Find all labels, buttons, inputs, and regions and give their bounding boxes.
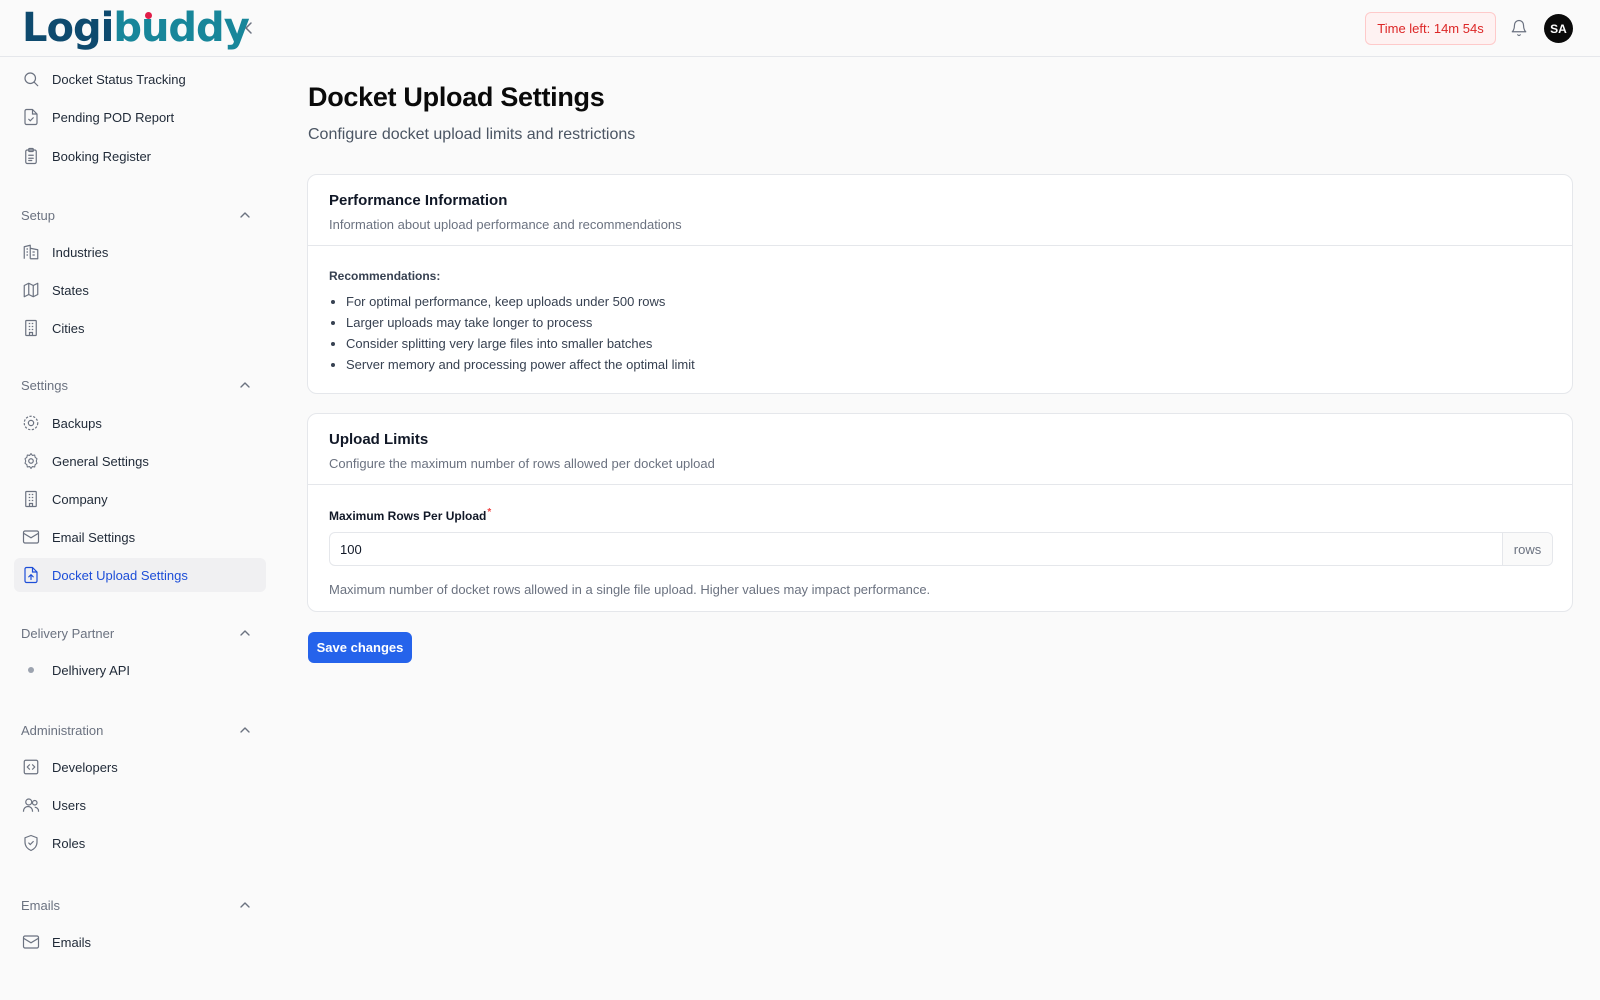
- max-rows-help-text: Maximum number of docket rows allowed in…: [329, 582, 931, 597]
- sidebar-item-label: Industries: [52, 244, 109, 260]
- recommendations-heading: Recommendations:: [329, 269, 441, 283]
- chevron-up-icon: [237, 207, 253, 223]
- sidebar-item-label: Users: [52, 797, 86, 813]
- sidebar-item-general-settings[interactable]: General Settings: [14, 444, 266, 478]
- sidebar-item-label: Delhivery API: [52, 662, 131, 678]
- sidebar-item-docket-status-tracking[interactable]: Docket Status Tracking: [14, 62, 266, 96]
- dot-icon: [21, 660, 41, 680]
- logo-text-logi: Logi: [22, 5, 114, 51]
- sidebar-item-industries[interactable]: Industries: [14, 235, 266, 269]
- sidebar-item-backups[interactable]: Backups: [14, 406, 266, 440]
- section-header-delivery-partner[interactable]: Delivery Partner: [21, 623, 259, 643]
- page-subtitle: Configure docket upload limits and restr…: [308, 126, 636, 143]
- logo-dot: [145, 12, 152, 19]
- mail-icon: [21, 932, 41, 952]
- sidebar-item-label: Booking Register: [52, 148, 151, 164]
- file-upload-icon: [21, 565, 41, 585]
- section-header-emails[interactable]: Emails: [21, 895, 259, 915]
- list-item: Larger uploads may take longer to proces…: [329, 312, 695, 333]
- sidebar-item-delhivery-api[interactable]: Delhivery API: [14, 653, 266, 687]
- card-header: Upload Limits Configure the maximum numb…: [308, 414, 1572, 485]
- chevron-up-icon: [237, 625, 253, 641]
- section-header-settings[interactable]: Settings: [21, 375, 259, 395]
- card-header: Performance Information Information abou…: [308, 175, 1572, 246]
- sidebar-item-email-settings[interactable]: Email Settings: [14, 520, 266, 554]
- sidebar-item-emails[interactable]: Emails: [14, 925, 266, 959]
- sidebar-item-roles[interactable]: Roles: [14, 826, 266, 860]
- max-rows-label: Maximum Rows Per Upload*: [329, 507, 492, 523]
- top-bar: Logi buddy Time left: 14m 54s SA: [0, 0, 1600, 57]
- chevron-up-icon: [237, 722, 253, 738]
- card-description: Configure the maximum number of rows all…: [329, 456, 715, 471]
- search-icon: [21, 69, 41, 89]
- file-check-icon: [21, 107, 41, 127]
- recommendations-list: For optimal performance, keep uploads un…: [329, 291, 695, 375]
- mail-icon: [21, 527, 41, 547]
- sidebar-item-label: Backups: [52, 415, 102, 431]
- section-title: Setup: [21, 207, 55, 223]
- clipboard-icon: [21, 146, 41, 166]
- card-title: Upload Limits: [329, 431, 429, 448]
- section-header-setup[interactable]: Setup: [21, 205, 259, 225]
- logo[interactable]: Logi buddy: [22, 4, 250, 52]
- section-title: Settings: [21, 377, 68, 393]
- save-changes-button[interactable]: Save changes: [308, 632, 412, 663]
- chevron-up-icon: [237, 377, 253, 393]
- sidebar-item-pending-pod-report[interactable]: Pending POD Report: [14, 100, 266, 134]
- list-item: Consider splitting very large files into…: [329, 333, 695, 354]
- building-icon: [21, 242, 41, 262]
- required-asterisk: *: [487, 507, 492, 518]
- max-rows-input[interactable]: [330, 533, 1502, 565]
- max-rows-input-group: rows: [329, 532, 1553, 566]
- sidebar-item-booking-register[interactable]: Booking Register: [14, 139, 266, 173]
- logo-text-buddy: buddy: [113, 5, 249, 51]
- sidebar: Docket Status Tracking Pending POD Repor…: [0, 57, 280, 1000]
- gear-icon: [21, 451, 41, 471]
- avatar[interactable]: SA: [1544, 14, 1573, 43]
- city-icon: [21, 318, 41, 338]
- sidebar-item-company[interactable]: Company: [14, 482, 266, 516]
- section-title: Administration: [21, 722, 104, 738]
- section-title: Emails: [21, 897, 61, 913]
- sidebar-item-label: States: [52, 282, 89, 298]
- sidebar-item-label: Docket Upload Settings: [52, 567, 188, 583]
- sidebar-item-docket-upload-settings[interactable]: Docket Upload Settings: [14, 558, 266, 592]
- list-item: Server memory and processing power affec…: [329, 354, 695, 375]
- sidebar-item-states[interactable]: States: [14, 273, 266, 307]
- section-header-administration[interactable]: Administration: [21, 720, 259, 740]
- sidebar-item-developers[interactable]: Developers: [14, 750, 266, 784]
- rows-suffix: rows: [1502, 533, 1552, 565]
- sidebar-item-cities[interactable]: Cities: [14, 311, 266, 345]
- sidebar-item-label: Developers: [52, 759, 118, 775]
- sidebar-item-label: Roles: [52, 835, 86, 851]
- backup-icon: [21, 413, 41, 433]
- collapse-sidebar-icon[interactable]: [238, 17, 260, 39]
- page-title: Docket Upload Settings: [308, 82, 605, 112]
- sidebar-item-label: Emails: [52, 934, 92, 950]
- sidebar-item-users[interactable]: Users: [14, 788, 266, 822]
- card-title: Performance Information: [329, 192, 508, 209]
- company-icon: [21, 489, 41, 509]
- users-icon: [21, 795, 41, 815]
- code-icon: [21, 757, 41, 777]
- list-item: For optimal performance, keep uploads un…: [329, 291, 695, 312]
- max-rows-label-text: Maximum Rows Per Upload: [329, 509, 487, 523]
- sidebar-item-label: Cities: [52, 320, 85, 336]
- sidebar-item-label: Docket Status Tracking: [52, 71, 186, 87]
- card-description: Information about upload performance and…: [329, 217, 682, 232]
- chevron-up-icon: [237, 897, 253, 913]
- upload-limits-card: Upload Limits Configure the maximum numb…: [307, 413, 1573, 612]
- sidebar-item-label: Company: [52, 491, 108, 507]
- sidebar-item-label: Pending POD Report: [52, 109, 175, 125]
- performance-info-card: Performance Information Information abou…: [307, 174, 1573, 394]
- session-timer-badge: Time left: 14m 54s: [1365, 12, 1496, 45]
- sidebar-item-label: Email Settings: [52, 529, 136, 545]
- sidebar-item-label: General Settings: [52, 453, 149, 469]
- map-icon: [21, 280, 41, 300]
- shield-icon: [21, 833, 41, 853]
- section-title: Delivery Partner: [21, 625, 115, 641]
- bell-icon[interactable]: [1508, 17, 1530, 39]
